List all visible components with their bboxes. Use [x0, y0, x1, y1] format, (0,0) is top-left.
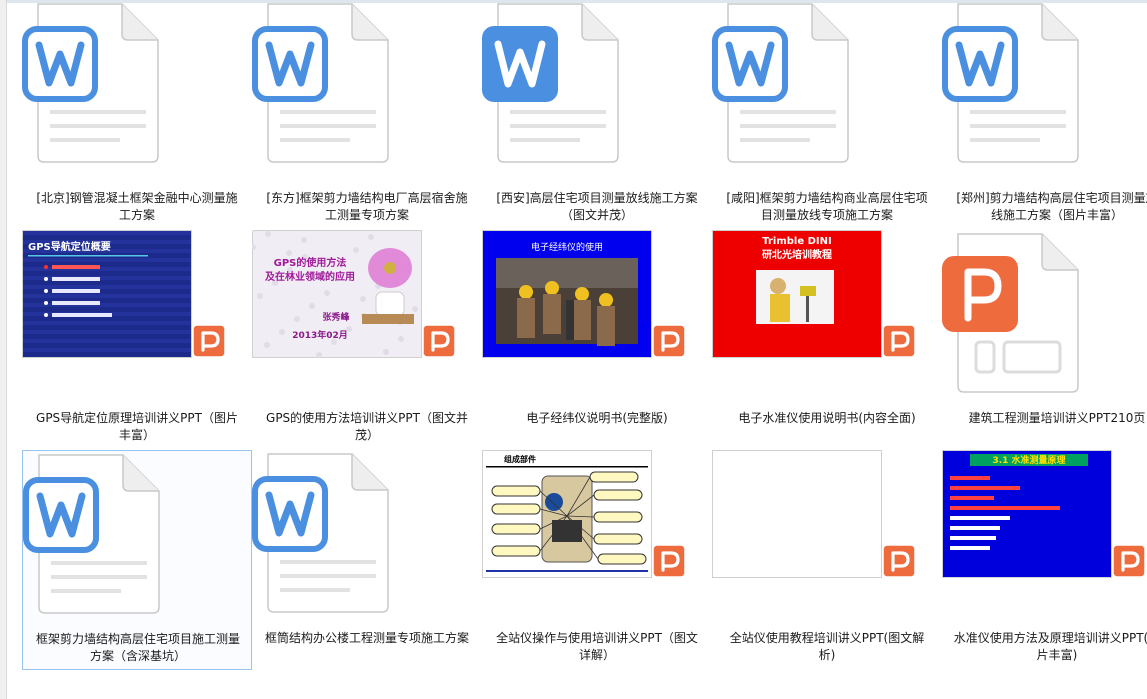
file-item[interactable]: 3.1 水准测量原理水准仪使用方法及原理培训讲义PPT(图片丰富): [942, 450, 1147, 670]
slide-thumbnail: GPS导航定位概要: [22, 230, 192, 358]
svg-text:电子经纬仪的使用: 电子经纬仪的使用: [531, 241, 603, 253]
file-item[interactable]: [东方]框架剪力墙结构电厂高层宿舍施工测量专项方案: [252, 0, 482, 222]
powerpoint-badge-icon: [882, 544, 916, 578]
file-item[interactable]: 组成部件全站仪操作与使用培训讲义PPT（图文详解）: [482, 450, 712, 670]
file-item[interactable]: Trimble DINI 研北光培训教程电子水准仪使用说明书(内容全面): [712, 230, 942, 450]
powerpoint-badge-icon: [652, 544, 686, 578]
powerpoint-badge-icon: [422, 324, 456, 358]
powerpoint-badge-icon: [192, 324, 226, 358]
word-document-icon: [482, 3, 619, 163]
file-item[interactable]: [西安]高层住宅项目测量放线施工方案（图文并茂）: [482, 0, 712, 222]
file-name-label: 框架剪力墙结构高层住宅项目施工测量方案（含深基坑）: [35, 632, 240, 663]
svg-text:GPS的使用方法: GPS的使用方法: [274, 256, 347, 269]
file-name-label: 框筒结构办公楼工程测量专项施工方案: [264, 631, 469, 645]
file-item[interactable]: 框架剪力墙结构高层住宅项目施工测量方案（含深基坑）: [22, 450, 252, 670]
word-document-icon: [22, 3, 159, 163]
file-item[interactable]: [咸阳]框架剪力墙结构商业高层住宅项目测量放线专项施工方案: [712, 0, 942, 222]
file-item[interactable]: 建筑工程测量培训讲义PPT210页: [942, 230, 1147, 450]
word-document-icon: [942, 3, 1079, 163]
file-name-label: [郑州]剪力墙结构高层住宅项目测量放线施工方案（图片丰富）: [956, 191, 1147, 222]
file-item[interactable]: 电子经纬仪的使用电子经纬仪说明书(完整版): [482, 230, 712, 450]
file-name-label: 建筑工程测量培训讲义PPT210页: [968, 411, 1146, 425]
slide-thumbnail: Trimble DINI研北光培训教程: [712, 230, 882, 358]
file-item[interactable]: [北京]钢管混凝土框架金融中心测量施工方案: [22, 0, 252, 222]
svg-text:3.1 水准测量原理: 3.1 水准测量原理: [992, 454, 1065, 466]
slide-thumbnail: [712, 450, 882, 578]
file-name-label: 电子水准仪使用说明书(内容全面): [738, 411, 916, 425]
word-document-icon: [712, 3, 849, 163]
powerpoint-document-icon: [942, 233, 1079, 393]
file-item[interactable]: GPS的使用方法 及在林业领域的应用张秀峰 2013年02月 GPS的使用方法培训讲义…: [249, 227, 482, 450]
file-item[interactable]: 框筒结构办公楼工程测量专项施工方案: [252, 450, 482, 670]
file-name-label: [咸阳]框架剪力墙结构商业高层住宅项目测量放线专项施工方案: [726, 191, 928, 222]
file-name-label: [西安]高层住宅项目测量放线施工方案（图文并茂）: [496, 191, 698, 222]
powerpoint-badge-icon: [652, 324, 686, 358]
file-icon-grid: [北京]钢管混凝土框架金融中心测量施工方案 [东方]框架剪力墙结构电厂高层宿舍施工…: [0, 0, 1147, 699]
svg-text:及在林业领域的应用: 及在林业领域的应用: [265, 270, 355, 283]
svg-text:Trimble DINI: Trimble DINI: [762, 236, 831, 247]
word-document-icon: [23, 454, 160, 614]
svg-text:张秀峰: 张秀峰: [322, 311, 350, 323]
slide-thumbnail: 3.1 水准测量原理: [942, 450, 1112, 578]
file-name-label: [东方]框架剪力墙结构电厂高层宿舍施工测量专项方案: [266, 191, 468, 222]
word-document-icon: [252, 453, 389, 613]
svg-text:研北光培训教程: 研北光培训教程: [762, 248, 832, 261]
slide-thumbnail: 组成部件: [482, 450, 652, 578]
file-name-label: 全站仪使用教程培训讲义PPT(图文解析): [729, 631, 925, 662]
file-name-label: GPS导航定位原理培训讲义PPT（图片丰富）: [36, 411, 238, 442]
slide-thumbnail: GPS的使用方法及在林业领域的应用张秀峰 2013年02月: [249, 227, 422, 358]
slide-thumbnail: 电子经纬仪的使用: [482, 230, 652, 358]
file-name-label: 水准仪使用方法及原理培训讲义PPT(图片丰富): [953, 631, 1147, 662]
file-name-label: GPS的使用方法培训讲义PPT（图文并茂）: [266, 411, 468, 442]
file-item[interactable]: GPS导航定位概要 GPS导航定位原理培训讲义PPT（图片丰富）: [22, 230, 252, 450]
file-name-label: 全站仪操作与使用培训讲义PPT（图文详解）: [496, 631, 698, 662]
svg-text:GPS导航定位概要: GPS导航定位概要: [28, 240, 111, 253]
powerpoint-badge-icon: [882, 324, 916, 358]
file-item[interactable]: 全站仪使用教程培训讲义PPT(图文解析): [712, 450, 942, 670]
file-item[interactable]: [郑州]剪力墙结构高层住宅项目测量放线施工方案（图片丰富）: [942, 0, 1147, 222]
svg-text:组成部件: 组成部件: [504, 454, 536, 464]
svg-text:2013年02月: 2013年02月: [292, 329, 348, 341]
word-document-icon: [252, 3, 389, 163]
file-name-label: [北京]钢管混凝土框架金融中心测量施工方案: [36, 191, 238, 222]
file-name-label: 电子经纬仪说明书(完整版): [526, 411, 668, 425]
powerpoint-badge-icon: [1112, 544, 1146, 578]
